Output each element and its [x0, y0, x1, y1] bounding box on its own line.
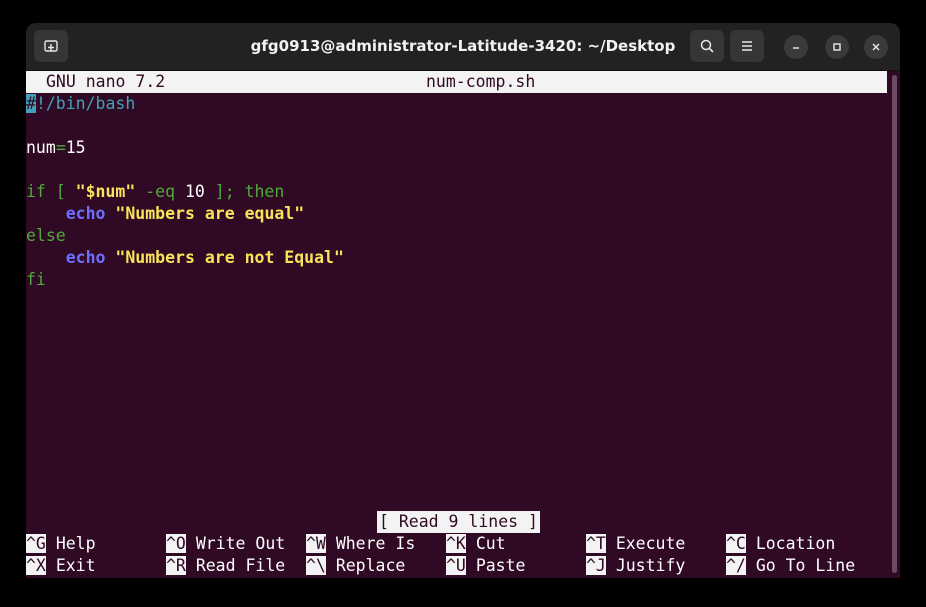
code-line-1: #!/bin/bash — [26, 93, 135, 115]
menu-button[interactable] — [730, 30, 764, 62]
search-button[interactable] — [690, 30, 724, 62]
shortcut-paste[interactable]: ^U Paste — [446, 555, 525, 577]
code-line-6: echo "Numbers are equal" — [26, 203, 304, 225]
shortcut-where-is[interactable]: ^W Where Is — [306, 533, 415, 555]
echo-keyword: echo — [65, 248, 106, 267]
close-icon — [872, 43, 880, 51]
code-line-9: fi — [26, 269, 46, 291]
shortcut-location[interactable]: ^C Location — [726, 533, 835, 555]
search-icon — [700, 39, 714, 53]
condition-number: 10 — [184, 182, 205, 201]
terminal-window: gfg0913@administrator-Latitude-3420: ~/D… — [26, 23, 900, 578]
close-button[interactable] — [864, 35, 888, 59]
status-message: [ Read 9 lines ] — [377, 511, 540, 533]
nano-header-bar: GNU nano 7.2 num-comp.sh — [26, 71, 887, 93]
terminal-area[interactable]: GNU nano 7.2 num-comp.sh #!/bin/bash num… — [26, 71, 887, 578]
shortcut-replace[interactable]: ^\ Replace — [306, 555, 405, 577]
echo-string: "Numbers are not Equal" — [105, 248, 344, 267]
variable-name: num — [26, 138, 56, 157]
shortcut-go-to-line[interactable]: ^/ Go To Line — [726, 555, 855, 577]
then-keyword: ]; then — [204, 182, 285, 201]
nano-filename: num-comp.sh — [426, 72, 536, 91]
window-title: gfg0913@administrator-Latitude-3420: ~/D… — [250, 37, 676, 55]
shortcut-execute[interactable]: ^T Execute — [586, 533, 685, 555]
scrollbar[interactable] — [892, 75, 897, 573]
else-keyword: else — [26, 226, 66, 245]
assign-operator: = — [55, 138, 66, 157]
hamburger-menu-icon — [742, 41, 752, 51]
shortcut-justify[interactable]: ^J Justify — [586, 555, 685, 577]
shortcut-cut[interactable]: ^K Cut — [446, 533, 506, 555]
shortcut-write-out[interactable]: ^O Write Out — [166, 533, 285, 555]
shortcut-read-file[interactable]: ^R Read File — [166, 555, 285, 577]
code-line-3: num=15 — [26, 137, 86, 159]
title-bar: gfg0913@administrator-Latitude-3420: ~/D… — [26, 23, 900, 71]
echo-keyword: echo — [65, 204, 106, 223]
shortcut-help[interactable]: ^G Help — [26, 533, 96, 555]
nano-version: GNU nano 7.2 — [46, 72, 166, 91]
code-line-5: if [ "$num" -eq 10 ]; then — [26, 181, 284, 203]
condition-var: "$num" — [75, 182, 136, 201]
echo-string: "Numbers are equal" — [105, 204, 305, 223]
if-keyword: if [ — [26, 182, 76, 201]
eq-operator: -eq — [135, 182, 185, 201]
variable-value: 15 — [65, 138, 86, 157]
shortcut-exit[interactable]: ^X Exit — [26, 555, 96, 577]
minimize-icon — [793, 47, 799, 49]
maximize-button[interactable] — [825, 35, 849, 59]
minimize-button[interactable] — [784, 35, 808, 59]
text-cursor: # — [26, 94, 36, 113]
code-line-7: else — [26, 225, 66, 247]
code-line-8: echo "Numbers are not Equal" — [26, 247, 344, 269]
shebang: !/bin/bash — [35, 94, 136, 113]
maximize-icon — [833, 43, 841, 51]
fi-keyword: fi — [26, 270, 46, 289]
